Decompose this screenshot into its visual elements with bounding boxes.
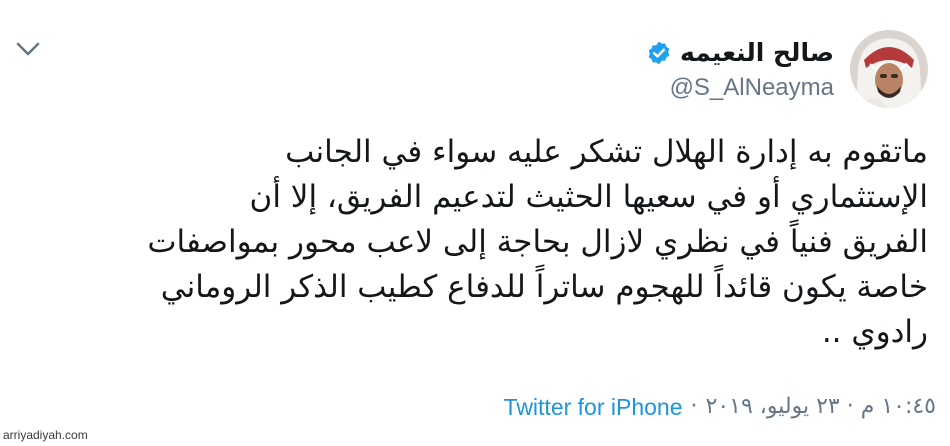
tweet-text-line: الفريق فنياً في نظري لازال بحاجة إلى لاع… (147, 224, 928, 260)
tweet-text: ماتقوم به إدارة الهلال تشكر عليه سواء في… (28, 130, 928, 355)
tweet-meta: ١٠:٤٥ م · ٢٣ يوليو، ٢٠١٩ · Twitter for i… (504, 392, 936, 422)
tweet-card: صالح النعيمه @S_AlNeayma ماتقوم به إدارة… (0, 0, 950, 446)
tweet-text-line: خاصة يكون قائداً للهجوم ساتراً للدفاع كط… (160, 269, 928, 305)
author-display-name[interactable]: صالح النعيمه (680, 38, 834, 68)
verified-badge-icon (646, 40, 672, 66)
tweet-text-line: ماتقوم به إدارة الهلال تشكر عليه سواء في… (285, 134, 928, 170)
tweet-text-line: الإستثماري أو في سعيها الحثيث لتدعيم الف… (249, 179, 928, 215)
tweet-source-link[interactable]: Twitter for iPhone (504, 392, 683, 422)
meta-separator: · (690, 394, 698, 419)
tweet-timestamp[interactable]: ١٠:٤٥ م · ٢٣ يوليو، ٢٠١٩ (706, 392, 936, 422)
author-name-row[interactable]: صالح النعيمه (646, 38, 834, 68)
author-handle[interactable]: @S_AlNeayma (670, 74, 834, 102)
chevron-down-icon[interactable] (14, 38, 42, 60)
tweet-text-line: رادوي .. (821, 314, 928, 350)
avatar[interactable] (850, 30, 928, 108)
site-watermark: arriyadiyah.com (3, 428, 88, 442)
